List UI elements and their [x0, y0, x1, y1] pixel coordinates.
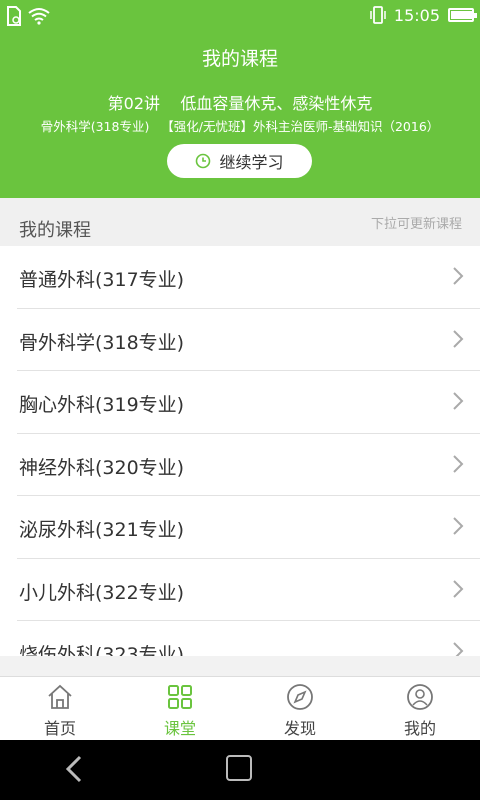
course-name: 烧伤外科(323专业) — [19, 644, 185, 656]
vibrate-icon — [370, 6, 386, 24]
course-name: 神经外科(320专业) — [19, 456, 185, 479]
sim-card-icon — [7, 6, 21, 26]
course-name: 胸心外科(319专业) — [19, 394, 185, 416]
compass-icon — [287, 684, 313, 710]
section-title: 我的课程 — [19, 220, 91, 241]
tab-mine-label: 我的 — [403, 719, 436, 738]
chevron-right-icon — [453, 517, 464, 535]
page-title: 我的课程 — [201, 48, 278, 70]
tab-discover[interactable]: 发现 — [240, 677, 360, 740]
clock-text: 15:05 — [393, 5, 440, 25]
tab-home-label: 首页 — [43, 719, 76, 738]
clock-icon — [196, 153, 211, 169]
current-lesson: 第02讲 低血容量休克、感染性休克 — [107, 94, 373, 113]
continue-learning-button[interactable]: 继续学习 — [167, 144, 312, 178]
pull-to-refresh-hint: 下拉可更新课程 — [370, 217, 462, 232]
chevron-right-icon — [453, 579, 464, 598]
bottom-tab-bar: 首页 课堂 发现 我的 — [0, 676, 480, 740]
section-header: 我的课程 下拉可更新课程 — [0, 198, 480, 246]
tab-home[interactable]: 首页 — [0, 677, 120, 740]
chevron-right-icon — [453, 642, 464, 656]
chevron-right-icon — [453, 392, 464, 410]
list-item[interactable]: 普通外科(317专业) — [17, 246, 480, 309]
grid-icon — [168, 685, 192, 709]
tab-mine[interactable]: 我的 — [360, 677, 480, 740]
course-name: 骨外科学(318专业) — [19, 331, 185, 354]
course-name: 小儿外科(322专业) — [19, 581, 185, 604]
current-course: 骨外科学(318专业) 【强化/无忧班】外科主治医师-基础知识（2016） — [40, 119, 440, 134]
course-name: 泌尿外科(321专业) — [19, 519, 185, 541]
list-item[interactable]: 小儿外科(322专业) — [17, 559, 480, 621]
list-item[interactable]: 胸心外科(319专业) — [17, 371, 480, 434]
list-item[interactable]: 泌尿外科(321专业) — [17, 496, 480, 559]
home-button-icon[interactable] — [226, 755, 252, 781]
home-icon — [48, 684, 72, 709]
chevron-right-icon — [453, 267, 464, 285]
tab-discover-label: 发现 — [283, 719, 316, 738]
course-list: 普通外科(317专业) 骨外科学(318专业) 胸心外科(319专业) 神经外科… — [0, 246, 480, 656]
list-spacer — [0, 656, 480, 676]
continue-learning-label: 继续学习 — [219, 153, 284, 172]
status-bar: 15:05 — [0, 0, 480, 32]
back-icon[interactable] — [64, 754, 84, 784]
course-name: 普通外科(317专业) — [19, 269, 185, 291]
system-nav-bar — [0, 740, 480, 800]
chevron-right-icon — [453, 454, 464, 473]
course-header: 我的课程 第02讲 低血容量休克、感染性休克 骨外科学(318专业) 【强化/无… — [0, 32, 480, 198]
user-icon — [407, 684, 433, 710]
list-item[interactable]: 神经外科(320专业) — [17, 434, 480, 496]
chevron-right-icon — [453, 329, 464, 348]
list-item[interactable]: 烧伤外科(323专业) — [17, 621, 480, 656]
list-item[interactable]: 骨外科学(318专业) — [17, 309, 480, 371]
tab-classroom-label: 课堂 — [163, 719, 196, 738]
wifi-icon — [28, 8, 50, 25]
tab-classroom[interactable]: 课堂 — [120, 677, 240, 740]
battery-icon — [448, 8, 477, 22]
